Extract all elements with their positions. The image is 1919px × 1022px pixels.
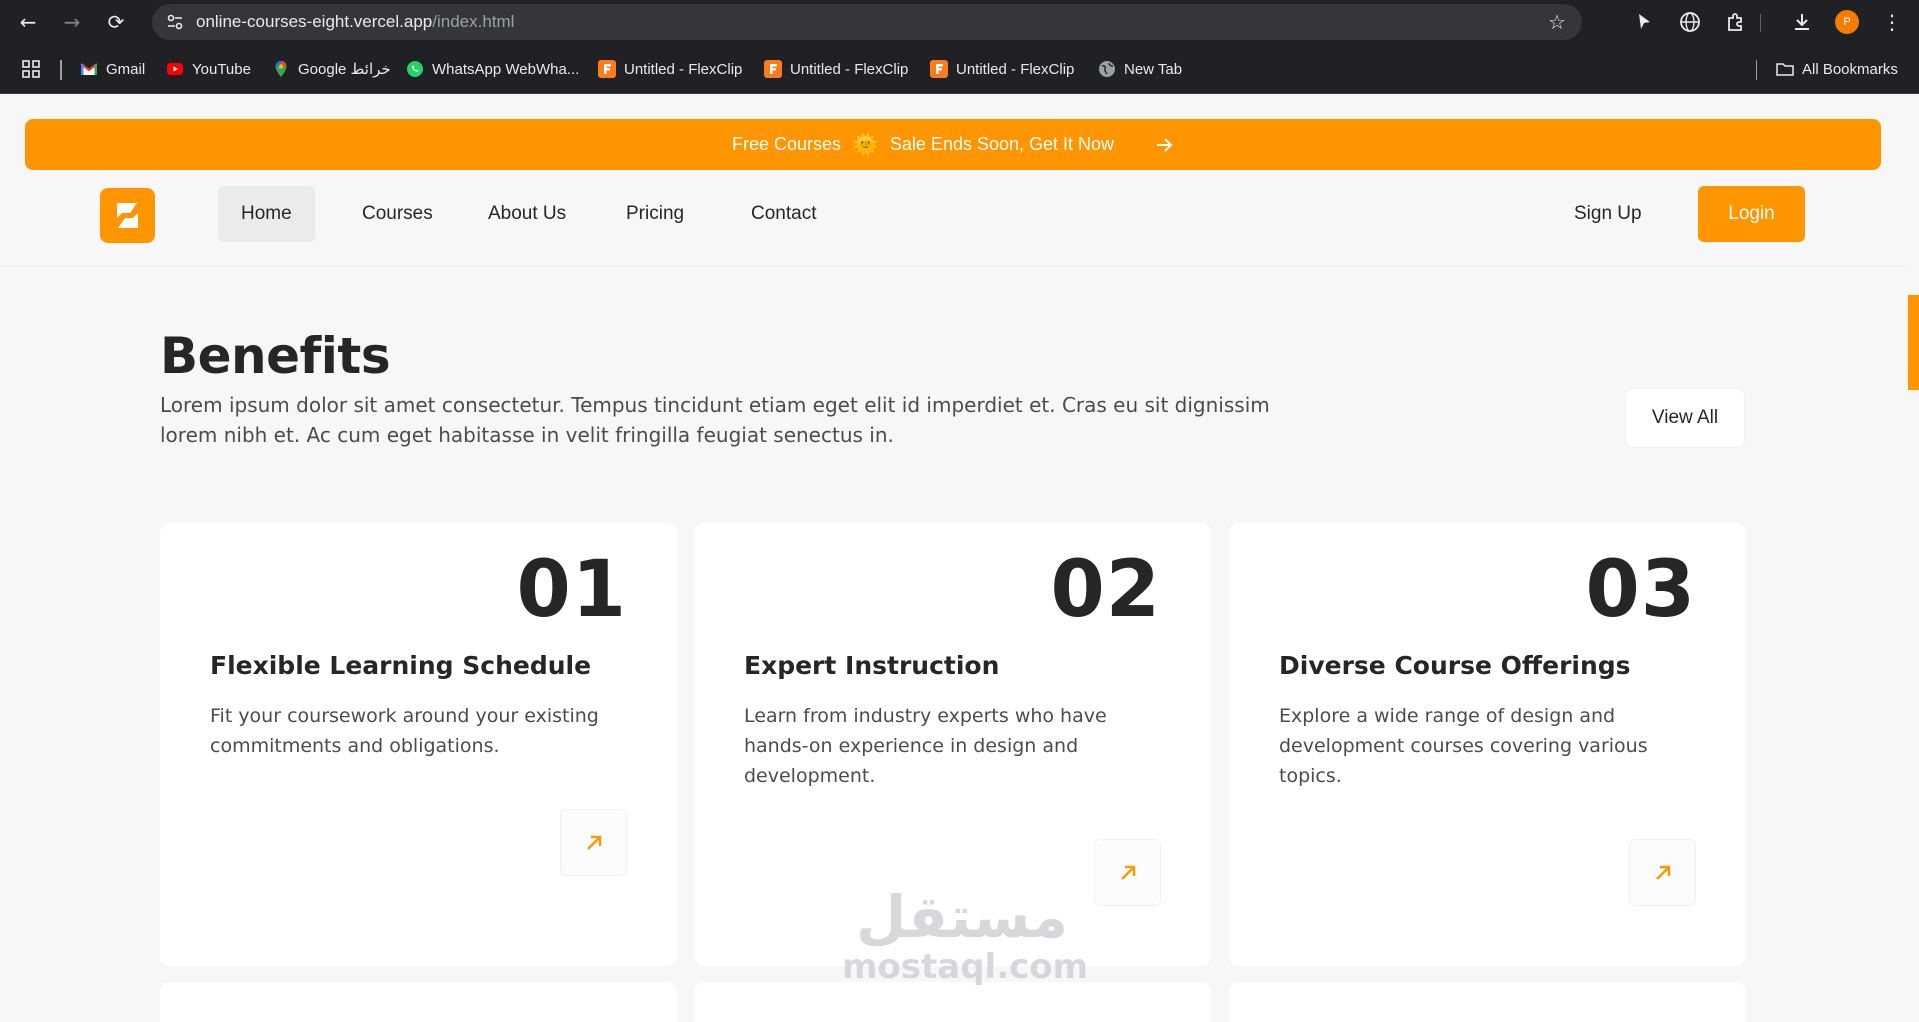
section-title: Benefits: [160, 327, 391, 385]
forward-arrow-icon[interactable]: →: [60, 10, 84, 34]
globe-extension-icon[interactable]: [1678, 10, 1702, 34]
page-viewport: Free Courses 🌞 Sale Ends Soon, Get It No…: [0, 95, 1919, 1022]
bookmark-star-icon[interactable]: ☆: [1546, 11, 1568, 33]
bookmark-flexclip-1[interactable]: Untitled - FlexClip: [598, 58, 742, 80]
all-bookmarks-folder[interactable]: All Bookmarks: [1776, 58, 1898, 80]
reload-icon[interactable]: ⟳: [104, 10, 128, 34]
login-button[interactable]: Login: [1698, 186, 1805, 242]
watermark: مستقل mostaql.com: [842, 883, 1089, 987]
maps-icon: [275, 61, 287, 77]
bookmarks-divider: [60, 60, 62, 80]
whatsapp-icon: [407, 61, 423, 77]
benefit-card: 03 Diverse Course Offerings Explore a wi…: [1229, 523, 1746, 966]
card-number: 03: [1585, 545, 1696, 635]
card-title: Expert Instruction: [744, 651, 1000, 680]
bookmark-flexclip-2[interactable]: Untitled - FlexClip: [764, 58, 908, 80]
arrow-right-icon: [1157, 137, 1173, 152]
bookmark-gmail[interactable]: Gmail: [80, 58, 145, 80]
section-description: Lorem ipsum dolor sit amet consectetur. …: [160, 393, 1270, 447]
promo-text-right: Sale Ends Soon, Get It Now: [889, 134, 1115, 154]
card-title: Flexible Learning Schedule: [210, 651, 592, 680]
apps-grid-icon[interactable]: [22, 60, 40, 78]
card-number: 02: [1050, 545, 1161, 635]
card-text: Learn from industry experts who have han…: [744, 705, 1107, 787]
card-text: Explore a wide range of design and devel…: [1279, 705, 1648, 787]
card-title: Diverse Course Offerings: [1279, 651, 1631, 680]
browser-toolbar: ← → ⟳ online-courses-eight.vercel.app/in…: [0, 0, 1919, 44]
sign-up-link[interactable]: Sign Up: [1574, 186, 1642, 242]
bookmarks-divider: [1756, 60, 1757, 80]
menu-kebab-icon[interactable]: ⋮: [1880, 10, 1904, 34]
bookmark-youtube[interactable]: YouTube: [166, 58, 251, 80]
flexclip-icon: [598, 60, 616, 78]
nav-about-us[interactable]: About Us: [465, 186, 589, 242]
site-navbar: Home Courses About Us Pricing Contact Si…: [0, 175, 1906, 267]
watermark-latin: mostaql.com: [842, 947, 1089, 987]
benefit-card: 01 Flexible Learning Schedule Fit your c…: [160, 523, 677, 966]
flexclip-icon: [930, 60, 948, 78]
site-logo[interactable]: [100, 188, 155, 243]
globe-icon: [1099, 61, 1115, 77]
bookmark-whatsapp[interactable]: WhatsApp WebWha...: [406, 58, 579, 80]
bookmark-new-tab[interactable]: New Tab: [1098, 58, 1182, 80]
gmail-icon: [80, 63, 98, 75]
address-bar[interactable]: online-courses-eight.vercel.app/index.ht…: [152, 4, 1582, 40]
nav-pricing[interactable]: Pricing: [603, 186, 707, 242]
cursor-extension-icon[interactable]: [1632, 10, 1656, 34]
benefit-card-partial: [694, 982, 1211, 1022]
bookmark-flexclip-3[interactable]: Untitled - FlexClip: [930, 58, 1074, 80]
bookmarks-bar: Gmail YouTube Google خرائط WhatsApp WebW…: [0, 44, 1919, 94]
card-arrow-button[interactable]: [1629, 839, 1696, 906]
promo-banner[interactable]: Free Courses 🌞 Sale Ends Soon, Get It No…: [25, 119, 1881, 170]
watermark-arabic: مستقل: [855, 883, 1069, 951]
benefit-card-partial: [1229, 982, 1746, 1022]
toolbar-divider: [1760, 14, 1761, 32]
nav-home[interactable]: Home: [218, 186, 315, 242]
youtube-icon: [167, 63, 183, 75]
folder-icon: [1776, 63, 1794, 76]
flexclip-icon: [764, 60, 782, 78]
logo-mark-icon: [117, 203, 138, 228]
bookmark-google-maps[interactable]: Google خرائط: [272, 58, 391, 80]
view-all-button[interactable]: View All: [1625, 388, 1745, 448]
card-number: 01: [516, 545, 627, 635]
arrow-up-right-icon: [587, 835, 602, 850]
scrollbar-thumb[interactable]: [1908, 295, 1919, 390]
card-text: Fit your coursework around your existing…: [210, 705, 599, 757]
promo-text-left: Free Courses: [731, 134, 841, 154]
benefit-card-partial: [160, 982, 677, 1022]
card-arrow-button[interactable]: [1094, 839, 1161, 906]
card-arrow-button[interactable]: [560, 809, 627, 876]
download-icon[interactable]: [1790, 10, 1814, 34]
arrow-up-right-icon: [1656, 865, 1671, 880]
nav-contact[interactable]: Contact: [728, 186, 839, 242]
extensions-puzzle-icon[interactable]: [1724, 10, 1748, 34]
arrow-up-right-icon: [1121, 865, 1136, 880]
sun-emoji-icon: 🌞: [853, 134, 878, 156]
site-settings-icon[interactable]: [166, 13, 184, 31]
nav-courses[interactable]: Courses: [339, 186, 456, 242]
url-text: online-courses-eight.vercel.app/index.ht…: [196, 12, 515, 31]
profile-avatar[interactable]: P: [1835, 10, 1859, 34]
back-arrow-icon[interactable]: ←: [16, 10, 40, 34]
